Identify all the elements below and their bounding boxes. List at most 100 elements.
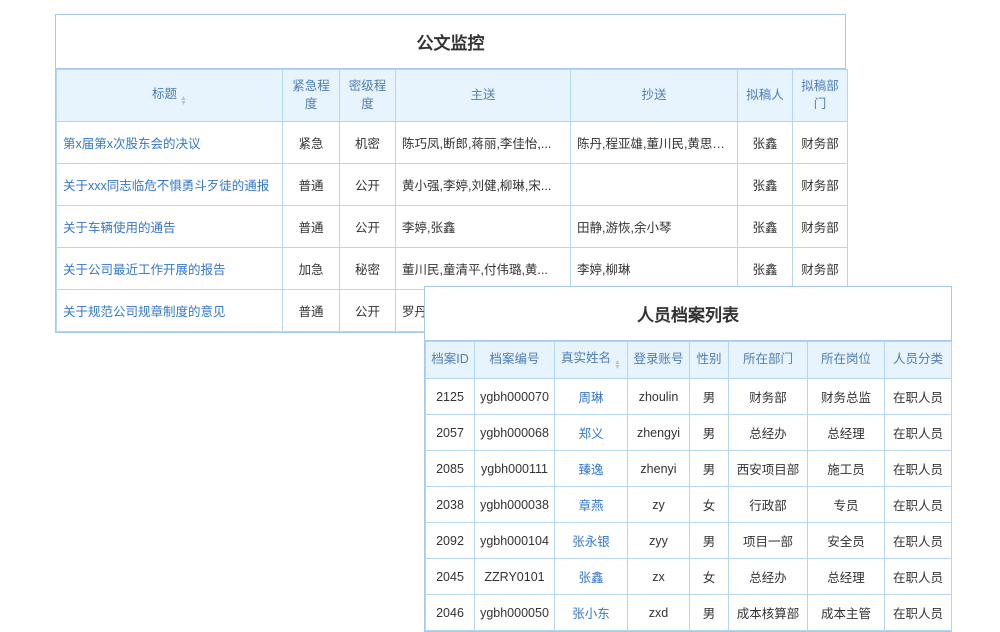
category-cell: 在职人员 xyxy=(885,487,952,523)
table-row: 关于公司最近工作开展的报告 加急 秘密 董川民,童清平,付伟璐,黄... 李婷,… xyxy=(57,248,848,290)
person-name-link[interactable]: 周琳 xyxy=(578,391,603,405)
dept-cell: 财务部 xyxy=(793,248,848,290)
sort-icon[interactable]: ▲▼ xyxy=(614,360,621,370)
post-cell: 专员 xyxy=(808,487,885,523)
archive-no-cell: ygbh000038 xyxy=(475,487,555,523)
main-send-cell: 李婷,张鑫 xyxy=(396,206,571,248)
doc-title-cell: 第x届第x次股东会的决议 xyxy=(57,122,283,164)
doc-col-dept: 拟稿部门 xyxy=(793,70,848,122)
personnel-header-row: 档案ID 档案编号 真实姓名▲▼ 登录账号 性别 所在部门 所在岗位 人员分类 xyxy=(426,342,952,379)
person-name-link[interactable]: 张鑫 xyxy=(578,571,603,585)
table-row: 2045 ZZRY0101 张鑫 zx 女 总经办 总经理 在职人员 xyxy=(426,559,952,595)
personnel-archive-table: 档案ID 档案编号 真实姓名▲▼ 登录账号 性别 所在部门 所在岗位 人员分类 … xyxy=(425,341,952,631)
person-name-link[interactable]: 张小东 xyxy=(572,607,610,621)
person-name-link[interactable]: 臻逸 xyxy=(578,463,603,477)
sort-desc-icon: ▼ xyxy=(614,365,621,370)
main-send-cell: 董川民,童清平,付伟璐,黄... xyxy=(396,248,571,290)
drafter-cell: 张鑫 xyxy=(738,122,793,164)
person-col-gender: 性别 xyxy=(690,342,729,379)
account-cell: zhenyi xyxy=(628,451,690,487)
account-cell: zhoulin xyxy=(628,379,690,415)
gender-cell: 男 xyxy=(690,415,729,451)
doc-title-cell: 关于xxx同志临危不惧勇斗歹徒的通报 xyxy=(57,164,283,206)
copy-send-cell: 陈丹,程亚雄,董川民,黄思璐... xyxy=(571,122,738,164)
dept-cell: 财务部 xyxy=(793,206,848,248)
dept-cell: 总经办 xyxy=(729,559,808,595)
secrecy-cell: 秘密 xyxy=(340,248,396,290)
real-name-cell: 张永银 xyxy=(555,523,628,559)
account-cell: zy xyxy=(628,487,690,523)
copy-send-cell: 李婷,柳琳 xyxy=(571,248,738,290)
person-col-real-name[interactable]: 真实姓名▲▼ xyxy=(555,342,628,379)
post-cell: 安全员 xyxy=(808,523,885,559)
category-cell: 在职人员 xyxy=(885,415,952,451)
category-cell: 在职人员 xyxy=(885,379,952,415)
sort-icon[interactable]: ▲▼ xyxy=(180,96,187,106)
category-cell: 在职人员 xyxy=(885,451,952,487)
real-name-cell: 张鑫 xyxy=(555,559,628,595)
urgency-cell: 紧急 xyxy=(283,122,340,164)
doc-col-title[interactable]: 标题▲▼ xyxy=(57,70,283,122)
person-col-real-name-label: 真实姓名 xyxy=(561,351,611,365)
category-cell: 在职人员 xyxy=(885,559,952,595)
copy-send-cell: 田静,游恢,余小琴 xyxy=(571,206,738,248)
gender-cell: 女 xyxy=(690,559,729,595)
dept-cell: 财务部 xyxy=(793,164,848,206)
main-send-cell: 黄小强,李婷,刘健,柳琳,宋... xyxy=(396,164,571,206)
archive-no-cell: ZZRY0101 xyxy=(475,559,555,595)
table-row: 2125 ygbh000070 周琳 zhoulin 男 财务部 财务总监 在职… xyxy=(426,379,952,415)
real-name-cell: 郑义 xyxy=(555,415,628,451)
person-col-archive-no: 档案编号 xyxy=(475,342,555,379)
secrecy-cell: 公开 xyxy=(340,290,396,332)
gender-cell: 男 xyxy=(690,379,729,415)
person-name-link[interactable]: 张永银 xyxy=(572,535,610,549)
drafter-cell: 张鑫 xyxy=(738,206,793,248)
doc-header-row: 标题▲▼ 紧急程度 密级程度 主送 抄送 拟稿人 拟稿部门 xyxy=(57,70,848,122)
doc-title-cell: 关于规范公司规章制度的意见 xyxy=(57,290,283,332)
gender-cell: 男 xyxy=(690,523,729,559)
person-name-link[interactable]: 章燕 xyxy=(578,499,603,513)
archive-id-cell: 2085 xyxy=(426,451,475,487)
category-cell: 在职人员 xyxy=(885,523,952,559)
table-row: 关于车辆使用的通告 普通 公开 李婷,张鑫 田静,游恢,余小琴 张鑫 财务部 xyxy=(57,206,848,248)
archive-id-cell: 2092 xyxy=(426,523,475,559)
post-cell: 总经理 xyxy=(808,559,885,595)
doc-title-cell: 关于车辆使用的通告 xyxy=(57,206,283,248)
doc-col-main-send: 主送 xyxy=(396,70,571,122)
real-name-cell: 臻逸 xyxy=(555,451,628,487)
urgency-cell: 加急 xyxy=(283,248,340,290)
doc-title-link[interactable]: 关于xxx同志临危不惧勇斗歹徒的通报 xyxy=(63,179,269,193)
person-col-category: 人员分类 xyxy=(885,342,952,379)
dept-cell: 行政部 xyxy=(729,487,808,523)
account-cell: zyy xyxy=(628,523,690,559)
doc-col-urgency: 紧急程度 xyxy=(283,70,340,122)
table-row: 第x届第x次股东会的决议 紧急 机密 陈巧凤,断郎,蒋丽,李佳怡,... 陈丹,… xyxy=(57,122,848,164)
account-cell: zx xyxy=(628,559,690,595)
archive-id-cell: 2057 xyxy=(426,415,475,451)
archive-no-cell: ygbh000104 xyxy=(475,523,555,559)
archive-no-cell: ygbh000068 xyxy=(475,415,555,451)
person-col-dept: 所在部门 xyxy=(729,342,808,379)
urgency-cell: 普通 xyxy=(283,290,340,332)
gender-cell: 男 xyxy=(690,451,729,487)
table-row: 2057 ygbh000068 郑义 zhengyi 男 总经办 总经理 在职人… xyxy=(426,415,952,451)
doc-title-link[interactable]: 第x届第x次股东会的决议 xyxy=(63,137,201,151)
urgency-cell: 普通 xyxy=(283,206,340,248)
doc-title-link[interactable]: 关于车辆使用的通告 xyxy=(63,221,176,235)
sort-desc-icon: ▼ xyxy=(180,101,187,106)
personnel-archive-title: 人员档案列表 xyxy=(425,287,951,341)
person-name-link[interactable]: 郑义 xyxy=(578,427,603,441)
account-cell: zhengyi xyxy=(628,415,690,451)
doc-title-link[interactable]: 关于公司最近工作开展的报告 xyxy=(63,263,226,277)
table-row: 2092 ygbh000104 张永银 zyy 男 项目一部 安全员 在职人员 xyxy=(426,523,952,559)
doc-title-link[interactable]: 关于规范公司规章制度的意见 xyxy=(63,305,226,319)
copy-send-cell xyxy=(571,164,738,206)
real-name-cell: 章燕 xyxy=(555,487,628,523)
urgency-cell: 普通 xyxy=(283,164,340,206)
person-col-id: 档案ID xyxy=(426,342,475,379)
secrecy-cell: 公开 xyxy=(340,164,396,206)
doc-col-title-label: 标题 xyxy=(152,87,177,101)
secrecy-cell: 机密 xyxy=(340,122,396,164)
dept-cell: 财务部 xyxy=(793,122,848,164)
post-cell: 总经理 xyxy=(808,415,885,451)
